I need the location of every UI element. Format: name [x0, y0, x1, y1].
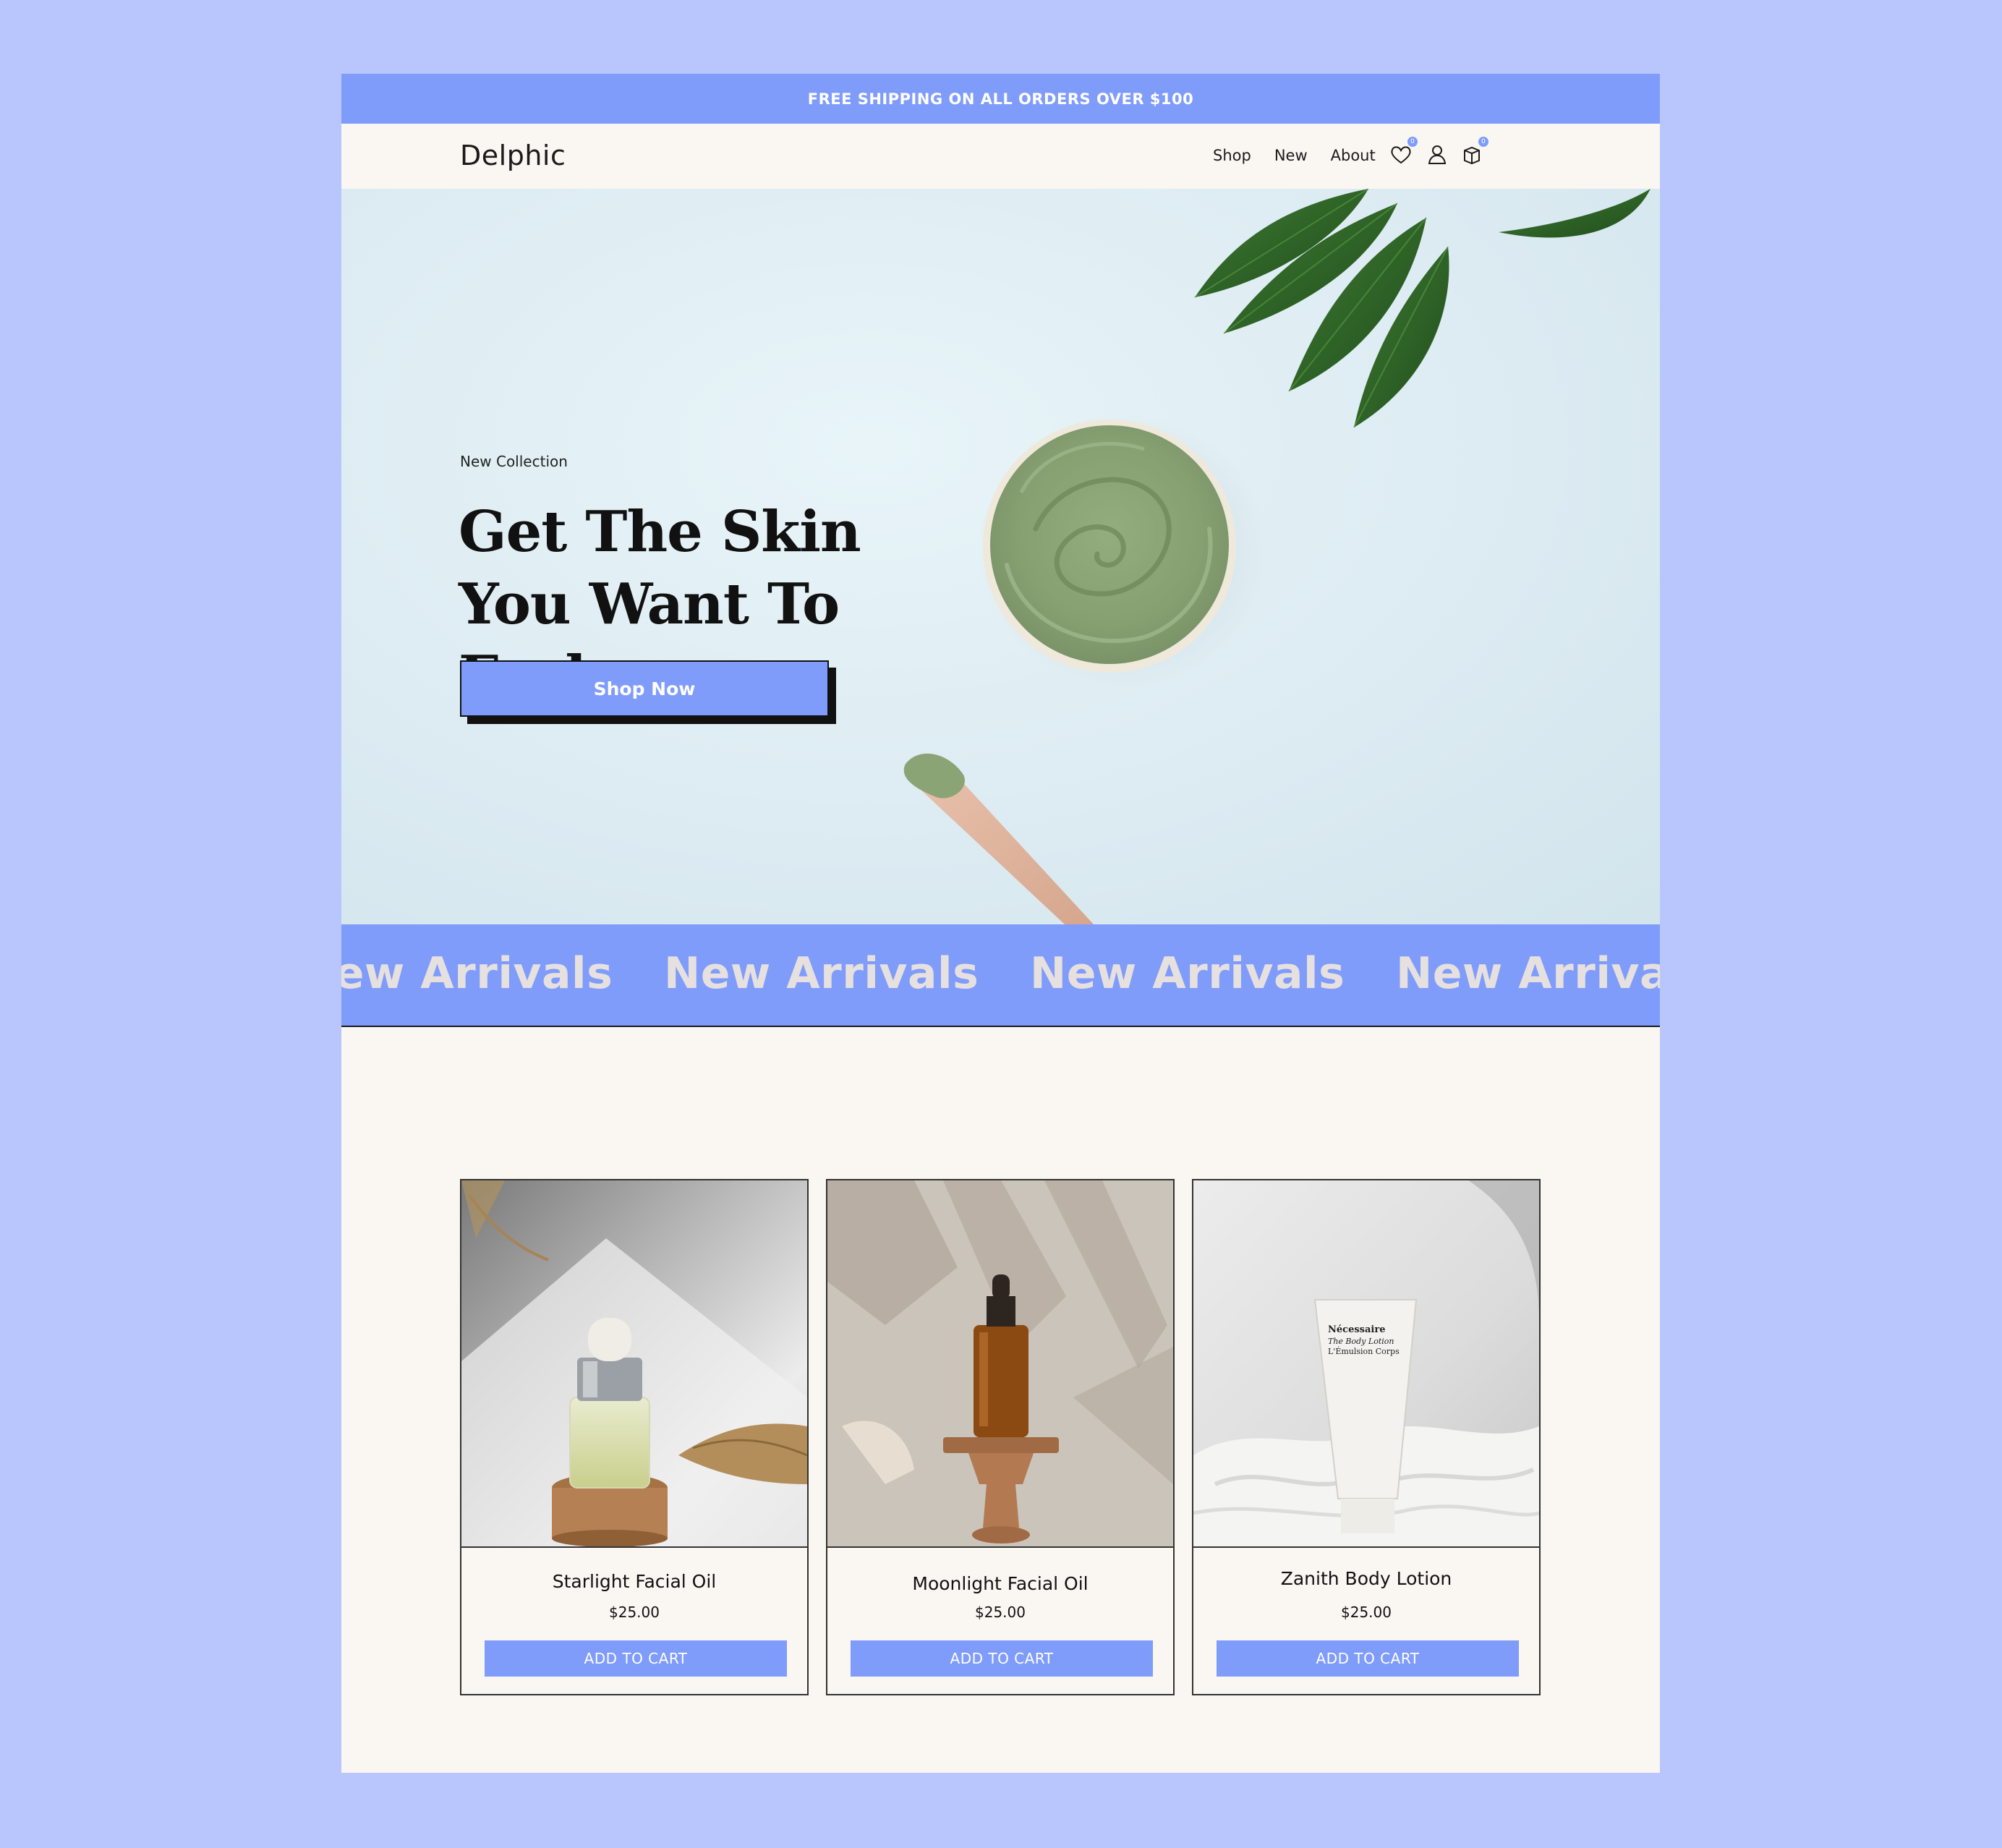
main-menu: Shop New About — [1213, 147, 1376, 164]
shop-now-button[interactable]: Shop Now — [460, 660, 829, 717]
add-to-cart-button[interactable]: ADD TO CART — [1217, 1640, 1519, 1677]
marquee-track: New Arrivals New Arrivals New Arrivals N… — [341, 948, 1660, 999]
header: Delphic Shop New About 0 0 — [341, 124, 1660, 190]
product-card[interactable]: Nécessaire The Body Lotion L'Émulsion Co… — [1192, 1179, 1541, 1695]
nav-item-about[interactable]: About — [1331, 147, 1376, 164]
cart-badge: 0 — [1478, 137, 1488, 147]
page-frame: FREE SHIPPING ON ALL ORDERS OVER $100 De… — [341, 74, 1660, 1773]
add-to-cart-button[interactable]: ADD TO CART — [485, 1640, 787, 1677]
product-image-moonlight-facial-oil[interactable] — [827, 1180, 1173, 1548]
nav-item-shop[interactable]: Shop — [1213, 147, 1251, 164]
heart-icon[interactable]: 0 — [1389, 137, 1418, 167]
user-icon[interactable] — [1425, 142, 1449, 167]
product-price: $25.00 — [975, 1604, 1026, 1621]
product-name[interactable]: Zanith Body Lotion — [1193, 1568, 1539, 1589]
cart-icon[interactable]: 0 — [1460, 137, 1488, 167]
wishlist-badge: 0 — [1407, 137, 1418, 147]
hero-banner: New Collection Get The Skin You Want To … — [341, 189, 1660, 926]
product-image-zanith-body-lotion[interactable]: Nécessaire The Body Lotion L'Émulsion Co… — [1193, 1180, 1539, 1548]
marquee-item: New Arrivals — [1030, 948, 1345, 999]
lotion-label-line2: L'Émulsion Corps — [1328, 1346, 1400, 1356]
announcement-text: FREE SHIPPING ON ALL ORDERS OVER $100 — [807, 90, 1194, 108]
nav-item-new[interactable]: New — [1274, 147, 1308, 164]
add-to-cart-button[interactable]: ADD TO CART — [851, 1640, 1153, 1677]
marquee-item: New Arrivals — [1396, 948, 1660, 999]
announcement-bar: FREE SHIPPING ON ALL ORDERS OVER $100 — [341, 74, 1660, 124]
lotion-label-line1: The Body Lotion — [1328, 1337, 1394, 1346]
product-name[interactable]: Moonlight Facial Oil — [827, 1573, 1173, 1594]
product-price: $25.00 — [1341, 1604, 1392, 1621]
product-price: $25.00 — [609, 1604, 660, 1621]
hero-eyebrow: New Collection — [460, 453, 568, 470]
marquee-item: New Arrivals — [341, 948, 613, 999]
marquee-item: New Arrivals — [664, 948, 979, 999]
product-card[interactable]: Starlight Facial Oil $25.00 ADD TO CART — [460, 1179, 809, 1695]
new-arrivals-marquee: New Arrivals New Arrivals New Arrivals N… — [341, 924, 1660, 1027]
logo[interactable]: Delphic — [460, 140, 566, 171]
product-name[interactable]: Starlight Facial Oil — [461, 1571, 807, 1592]
product-card[interactable]: Moonlight Facial Oil $25.00 ADD TO CART — [826, 1179, 1175, 1695]
lotion-label-brand: Nécessaire — [1328, 1324, 1385, 1335]
product-image-starlight-facial-oil[interactable] — [461, 1180, 807, 1548]
